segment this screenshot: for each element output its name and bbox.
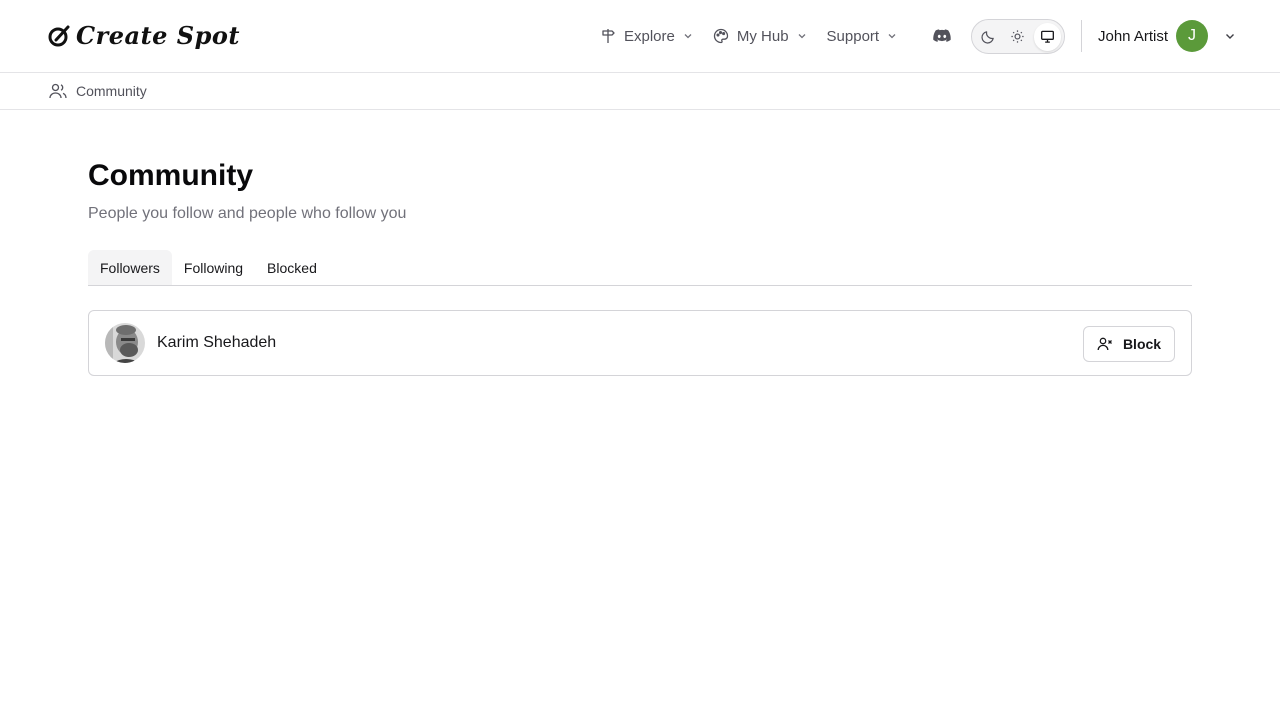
nav-support-label: Support [826,27,880,45]
nav-support[interactable]: Support [827,28,898,45]
brand-logo[interactable]: Create Spot [48,22,240,50]
theme-system-button[interactable] [1033,22,1061,51]
chevron-down-icon [1226,34,1235,39]
moon-icon [981,31,994,44]
nav-my-hub-label: My Hub [736,27,789,45]
user-menu[interactable]: John Artist J [1098,20,1236,52]
user-avatar: J [1176,20,1209,52]
tab-blocked[interactable]: Blocked [255,250,329,285]
breadcrumb: Community [48,81,147,101]
theme-light-button[interactable] [1004,23,1031,51]
header-divider [1081,20,1082,52]
follower-avatar[interactable] [105,323,145,363]
community-tabs: Followers Following Blocked [88,250,1192,286]
theme-toggle [971,19,1065,54]
nav-my-hub[interactable]: My Hub [713,28,807,45]
theme-dark-button[interactable] [975,23,1002,51]
follower-avatar-image [105,323,145,363]
block-button[interactable]: Block [1083,326,1175,362]
breadcrumb-label[interactable]: Community [76,83,147,99]
brand-logo-icon [48,25,70,47]
chevron-down-icon [684,34,692,39]
main-nav: Explore My Hub Support [600,24,917,48]
monitor-icon [1040,30,1054,43]
page-subtitle: People you follow and people who follow … [88,205,407,222]
top-header: Create Spot Explore My Hub Support John … [0,0,1280,73]
block-button-label: Block [1122,336,1162,352]
tab-following[interactable]: Following [172,250,255,285]
sun-icon [1011,30,1025,43]
breadcrumb-bar: Community [0,73,1280,110]
follower-card: Karim Shehadeh Block [88,310,1192,376]
brand-name: Create Spot [76,21,240,50]
chevron-down-icon [798,34,806,39]
follower-name[interactable]: Karim Shehadeh [157,333,276,353]
user-block-icon [1097,337,1112,351]
user-name: John Artist [1098,27,1169,45]
tab-followers[interactable]: Followers [88,250,172,285]
palette-icon [713,28,729,44]
page-title: Community [88,159,253,192]
signpost-icon [602,29,615,43]
chevron-down-icon [888,34,896,39]
discord-icon[interactable] [932,26,952,46]
nav-explore-label: Explore [624,27,675,45]
users-icon [49,83,67,99]
nav-explore[interactable]: Explore [600,28,693,45]
